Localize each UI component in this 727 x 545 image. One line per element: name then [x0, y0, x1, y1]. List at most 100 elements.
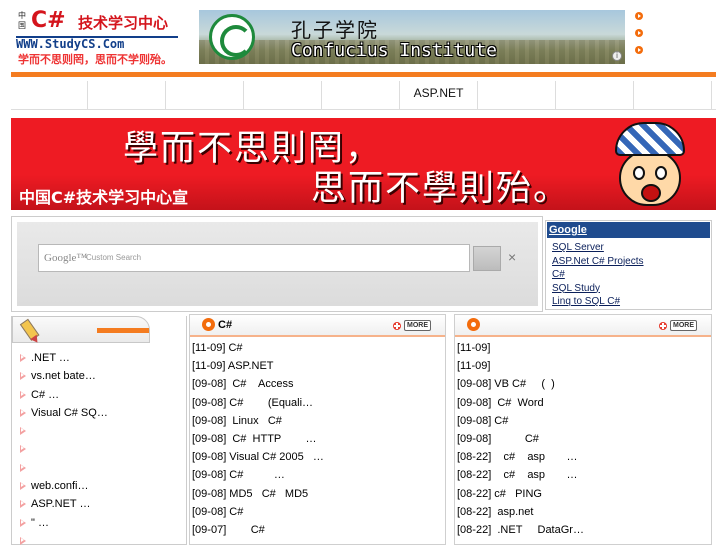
- clear-icon[interactable]: ×: [508, 249, 516, 265]
- list-item[interactable]: Visual C# SQ…: [18, 405, 108, 423]
- article-link[interactable]: [09-08] VB C# ( ): [457, 376, 584, 394]
- links-list: SQL Server ASP.Net C# Projects C# SQL St…: [552, 241, 644, 309]
- article-link[interactable]: [08-22] .NET DataGr…: [457, 522, 584, 540]
- search-box-container: Google™ Custom Search ×: [17, 222, 538, 306]
- main-nav: ASP.NET: [11, 81, 716, 110]
- article-link[interactable]: [08-22] c# PING: [457, 486, 584, 504]
- nav-item-8[interactable]: [556, 81, 634, 109]
- confucius-institute-logo-icon: [209, 14, 255, 60]
- left-sidebar: .NET … vs.net bate… C# … Visual C# SQ… w…: [11, 316, 187, 545]
- logo-small-text: 中国: [18, 11, 26, 30]
- sponsored-links-panel: Google SQL Server ASP.Net C# Projects C#…: [545, 220, 712, 310]
- panel-title: C#: [218, 319, 233, 331]
- header-divider: [11, 72, 716, 77]
- article-link[interactable]: [09-08] C# (Equali…: [192, 395, 324, 413]
- ad-info-icon[interactable]: i: [612, 51, 622, 61]
- site-logo[interactable]: 中国 C# 技术学习中心 WWW.StudyCS.Com 学而不思则罔，思而不学…: [14, 8, 180, 66]
- header-side-links: [635, 12, 647, 63]
- nav-item-5[interactable]: [322, 81, 400, 109]
- nav-item-7[interactable]: [478, 81, 556, 109]
- article-link[interactable]: [11-09]: [457, 340, 584, 358]
- list-item[interactable]: vs.net bate…: [18, 368, 108, 386]
- left-header-accent: [97, 328, 149, 333]
- article-link[interactable]: [09-08] Linux C#: [192, 413, 324, 431]
- list-item[interactable]: " …: [18, 515, 108, 533]
- ad-title-en: Confucius Institute: [291, 40, 497, 61]
- list-item[interactable]: [18, 533, 108, 545]
- article-link[interactable]: [09-08] C#: [192, 504, 324, 522]
- article-link[interactable]: [08-22] c# asp …: [457, 467, 584, 485]
- logo-title: 技术学习中心: [78, 14, 169, 32]
- article-link[interactable]: [09-08] C#: [457, 431, 584, 449]
- cartoon-eye: [633, 166, 645, 180]
- logo-c-sharp: C#: [31, 8, 66, 33]
- more-button[interactable]: MORE: [659, 320, 697, 331]
- link-item[interactable]: ASP.Net C# Projects: [552, 255, 644, 269]
- cartoon-face: [619, 150, 681, 206]
- orange-arrow-bullet-icon[interactable]: [635, 46, 643, 54]
- cartoon-hat: [615, 122, 685, 156]
- more-label: MORE: [404, 320, 431, 331]
- article-link[interactable]: [09-08] C# …: [192, 467, 324, 485]
- list-item[interactable]: web.confi…: [18, 478, 108, 496]
- orange-arrow-bullet-icon[interactable]: [635, 12, 643, 20]
- link-item[interactable]: Linq to SQL C#: [552, 295, 644, 309]
- google-logo: Google™: [44, 252, 88, 264]
- links-title[interactable]: Google: [547, 222, 710, 238]
- csharp-article-list: [11-09] C# [11-09] ASP.NET [09-08] C# Ac…: [192, 340, 324, 540]
- search-placeholder: Custom Search: [86, 253, 142, 262]
- search-panel: Google™ Custom Search ×: [11, 216, 543, 312]
- article-link[interactable]: [08-22] c# asp …: [457, 449, 584, 467]
- nav-item-2[interactable]: [88, 81, 166, 109]
- hero-caption: 中国C#技术学习中心宣: [19, 188, 189, 207]
- nav-item-asp-net[interactable]: ASP.NET: [400, 81, 478, 109]
- panel-header: C# MORE: [190, 315, 445, 337]
- article-link[interactable]: [09-08] C# Word: [457, 395, 584, 413]
- ad-title-cn: 孔子学院: [291, 18, 379, 42]
- logo-url: WWW.StudyCS.Com: [16, 36, 178, 50]
- cartoon-eye: [655, 166, 667, 180]
- confucius-institute-ad[interactable]: 孔子学院 Confucius Institute i: [199, 10, 625, 64]
- more-label: MORE: [670, 320, 697, 331]
- csharp-articles-panel: C# MORE [11-09] C# [11-09] ASP.NET [09-0…: [189, 314, 446, 545]
- list-item[interactable]: C# …: [18, 387, 108, 405]
- left-article-list: .NET … vs.net bate… C# … Visual C# SQ… w…: [18, 350, 108, 545]
- list-item[interactable]: .NET …: [18, 350, 108, 368]
- search-button[interactable]: [473, 246, 501, 271]
- panel-header: MORE: [455, 315, 711, 337]
- article-link[interactable]: [11-09] C#: [192, 340, 324, 358]
- article-link[interactable]: [09-08] C#: [457, 413, 584, 431]
- orange-circle-icon: [202, 318, 215, 331]
- left-sidebar-header: [12, 316, 150, 343]
- article-link[interactable]: [09-08] Visual C# 2005 …: [192, 449, 324, 467]
- list-item[interactable]: [18, 460, 108, 478]
- orange-arrow-bullet-icon[interactable]: [635, 29, 643, 37]
- article-link[interactable]: [09-08] MD5 C# MD5: [192, 486, 324, 504]
- search-input[interactable]: Google™ Custom Search: [38, 244, 470, 272]
- article-link[interactable]: [08-22] asp.net: [457, 504, 584, 522]
- right-article-list: [11-09] [11-09] [09-08] VB C# ( ) [09-08…: [457, 340, 584, 540]
- nav-item-1[interactable]: [11, 81, 88, 109]
- nav-item-3[interactable]: [166, 81, 244, 109]
- article-link[interactable]: [09-07] C#: [192, 522, 324, 540]
- panel-header-accent: [455, 335, 711, 337]
- article-link[interactable]: [09-08] C# Access: [192, 376, 324, 394]
- nav-item-9[interactable]: [634, 81, 712, 109]
- logo-top: 中国 C# 技术学习中心: [14, 8, 180, 35]
- panel-header-accent: [190, 335, 445, 337]
- list-item[interactable]: ASP.NET …: [18, 496, 108, 514]
- nav-item-4[interactable]: [244, 81, 322, 109]
- orange-circle-icon: [467, 318, 480, 331]
- link-item[interactable]: SQL Study: [552, 282, 644, 296]
- article-link[interactable]: [11-09]: [457, 358, 584, 376]
- right-articles-panel: MORE [11-09] [11-09] [09-08] VB C# ( ) […: [454, 314, 712, 545]
- link-item[interactable]: SQL Server: [552, 241, 644, 255]
- article-link[interactable]: [11-09] ASP.NET: [192, 358, 324, 376]
- article-link[interactable]: [09-08] C# HTTP …: [192, 431, 324, 449]
- cartoon-student-icon: [603, 122, 695, 208]
- more-button[interactable]: MORE: [393, 320, 431, 331]
- list-item[interactable]: [18, 423, 108, 441]
- logo-motto: 学而不思则罔，思而不学则殆。: [18, 53, 172, 66]
- link-item[interactable]: C#: [552, 268, 644, 282]
- list-item[interactable]: [18, 441, 108, 459]
